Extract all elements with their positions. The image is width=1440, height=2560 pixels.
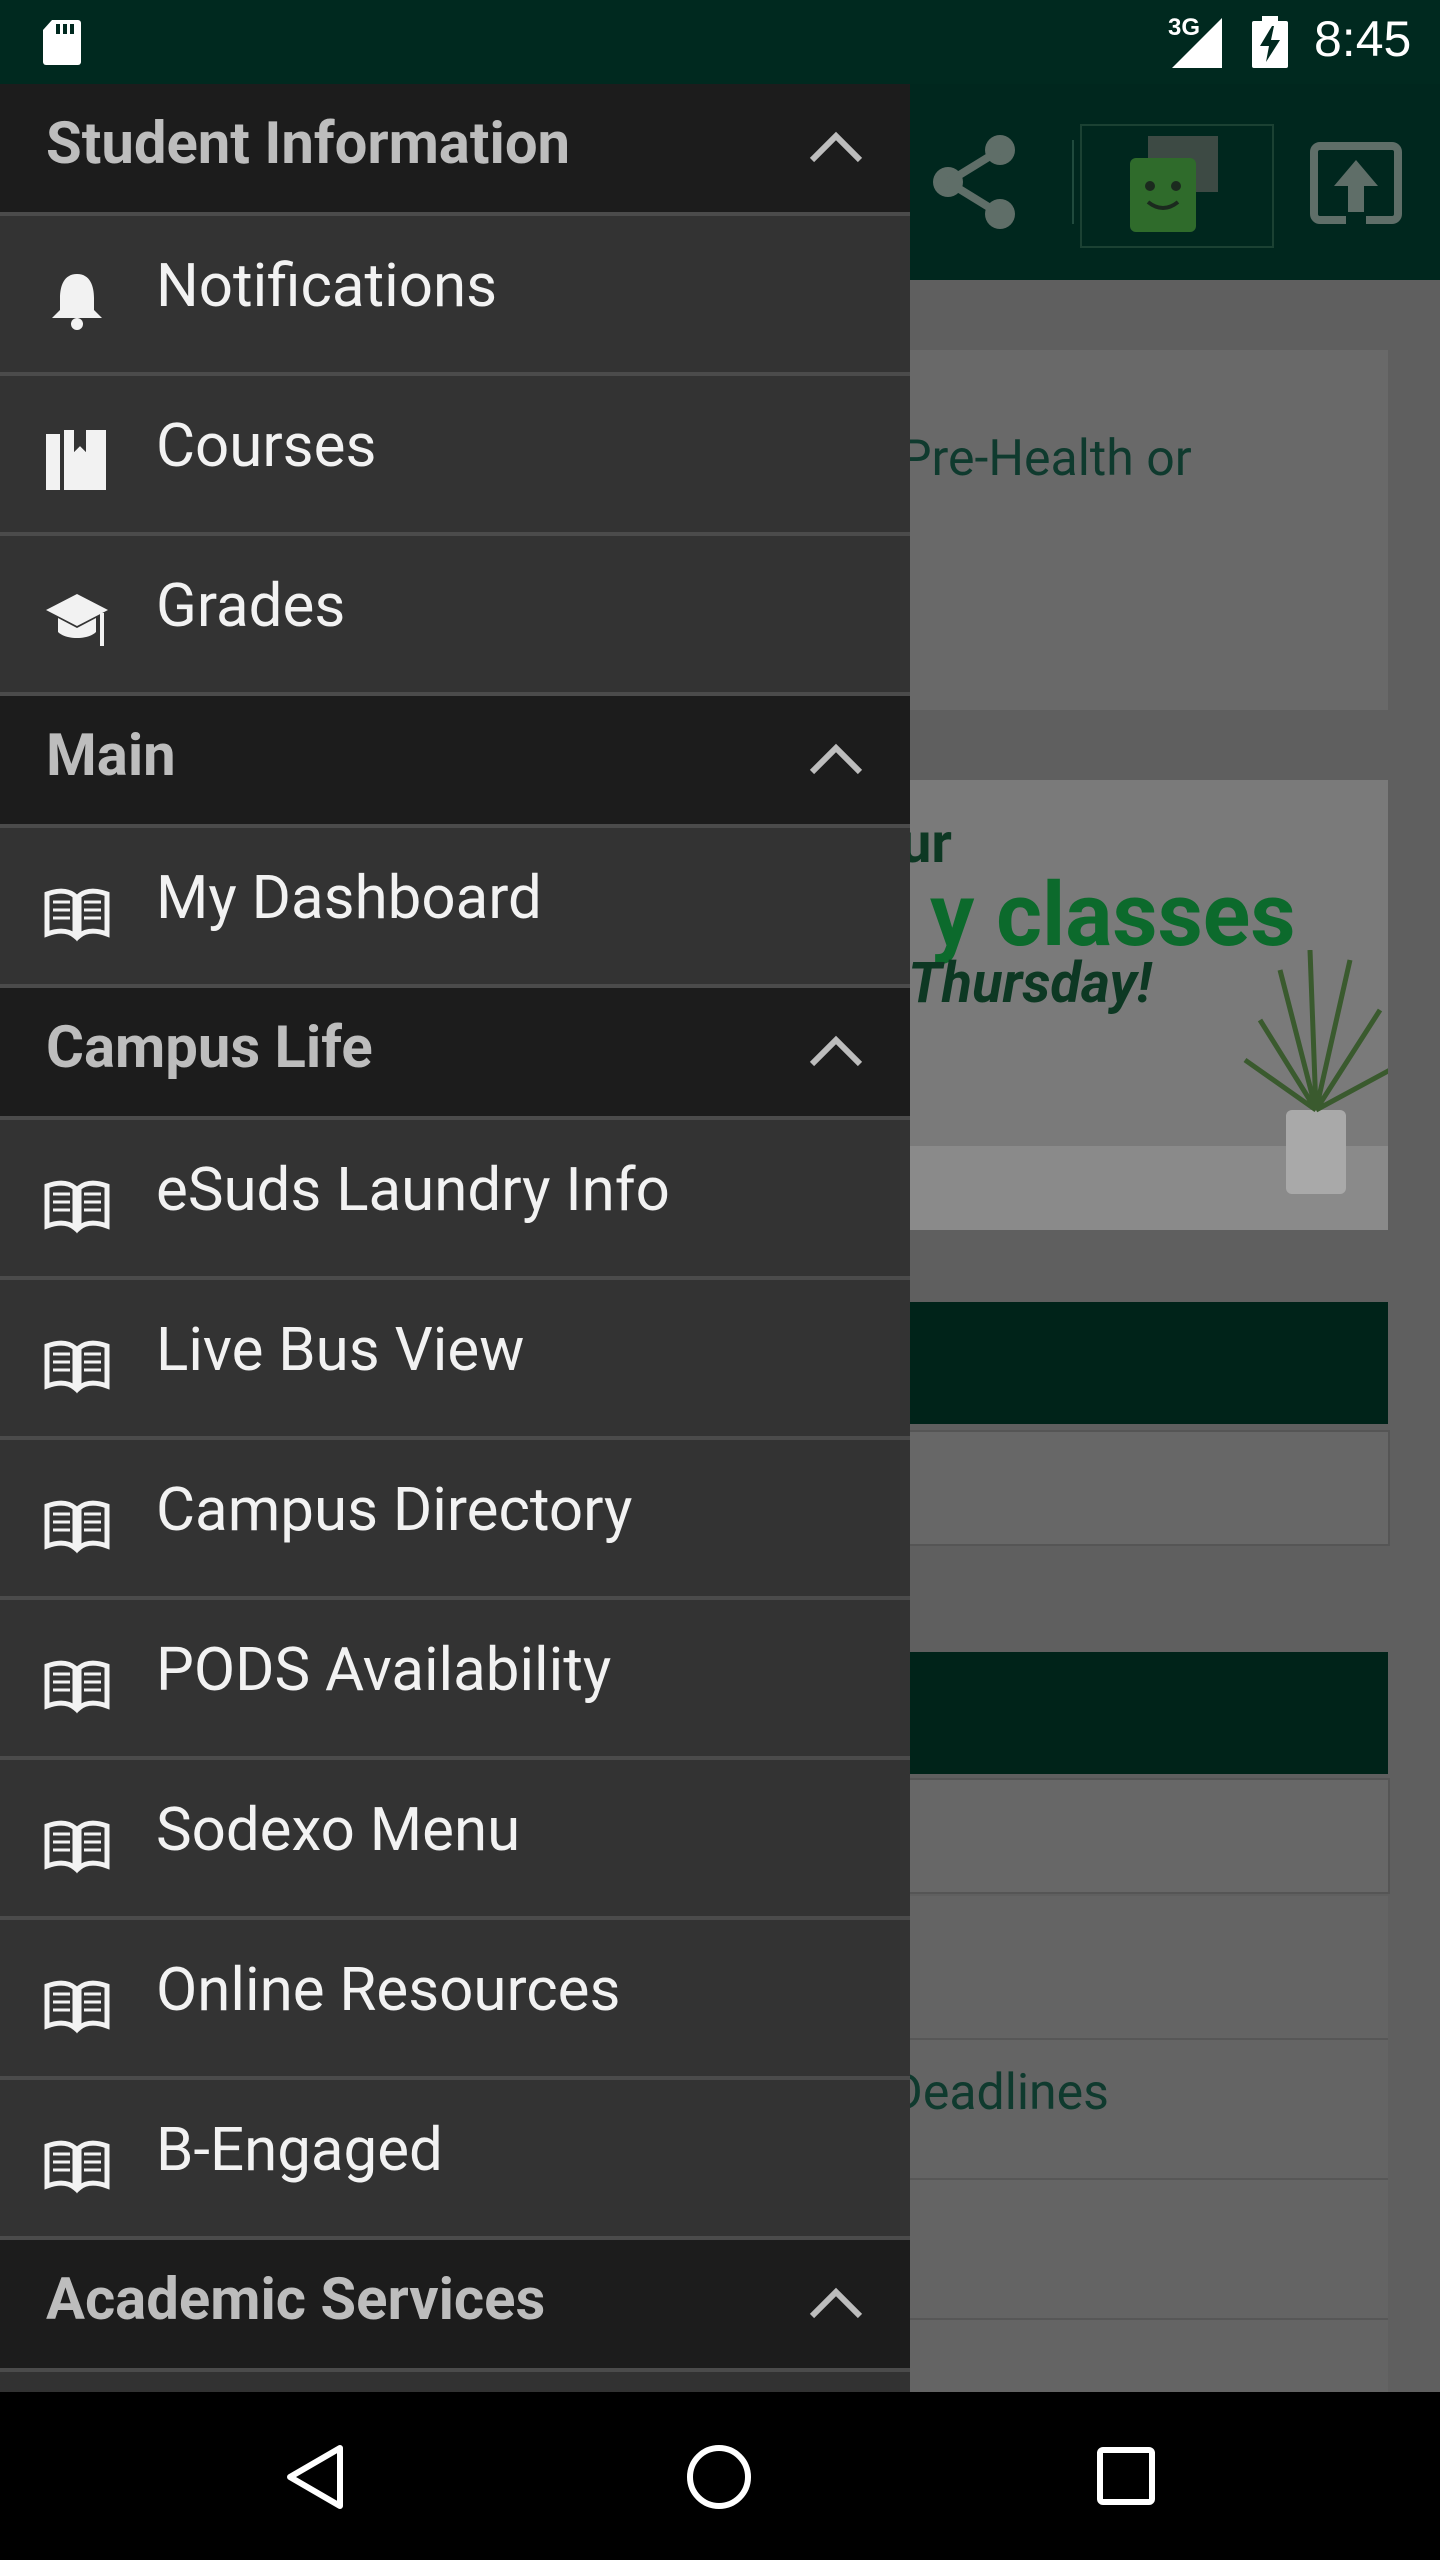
drawer-item-label: Sodexo Menu <box>156 1794 521 1865</box>
banner-line-3: Thursday! <box>908 950 1152 1016</box>
drawer-item-label: My Dashboard <box>156 862 542 933</box>
chat-bot-icon <box>1130 136 1218 232</box>
open-book-icon <box>44 1820 110 1874</box>
battery-charging-icon <box>1252 16 1288 68</box>
plant-icon <box>1243 950 1388 1194</box>
chevron-up-icon <box>809 1035 863 1067</box>
drawer-item-pods-availability[interactable]: PODS Availability <box>0 1600 910 1756</box>
drawer-item-label: PODS Availability <box>156 1634 612 1705</box>
section-header-student-information[interactable]: Student Information <box>0 84 910 212</box>
signal-icon <box>1172 18 1222 68</box>
home-icon[interactable] <box>686 2444 752 2510</box>
open-book-icon <box>44 888 110 942</box>
sd-card-icon <box>43 20 81 65</box>
drawer-item-label: Live Bus View <box>156 1314 525 1385</box>
section-title: Student Information <box>46 110 571 178</box>
card-text: Pre-Health or <box>900 430 1192 488</box>
list-item[interactable]: Deadlines <box>890 2064 1109 2122</box>
chevron-up-icon <box>809 131 863 163</box>
books-icon <box>46 430 106 490</box>
section-title: Main <box>46 722 176 790</box>
drawer-item-live-bus-view[interactable]: Live Bus View <box>0 1280 910 1436</box>
navigation-drawer: Student Information Notifications Course… <box>0 84 910 2392</box>
drawer-item-my-dashboard[interactable]: My Dashboard <box>0 828 910 984</box>
drawer-item-label: Online Resources <box>156 1954 621 2025</box>
system-nav-bar <box>0 2392 1440 2560</box>
open-book-icon <box>44 1180 110 1234</box>
drawer-item-courses[interactable]: Courses <box>0 376 910 532</box>
drawer-item-label: Campus Directory <box>156 1474 633 1545</box>
section-title: Campus Life <box>46 1014 373 1082</box>
open-book-icon <box>44 1340 110 1394</box>
drawer-item-grades[interactable]: Grades <box>0 536 910 692</box>
drawer-item-sodexo-menu[interactable]: Sodexo Menu <box>0 1760 910 1916</box>
back-icon[interactable] <box>282 2442 348 2512</box>
chat-bot-button[interactable] <box>1080 124 1274 248</box>
drawer-item-esuds-laundry-info[interactable]: eSuds Laundry Info <box>0 1120 910 1276</box>
recents-icon[interactable] <box>1096 2446 1156 2506</box>
bell-icon <box>52 274 102 330</box>
open-book-icon <box>44 1500 110 1554</box>
share-icon[interactable] <box>930 134 1020 230</box>
drawer-item-label: Grades <box>156 570 346 641</box>
drawer-item-online-resources[interactable]: Online Resources <box>0 1920 910 2076</box>
clock: 8:45 <box>1314 11 1412 67</box>
drawer-item-campus-directory[interactable]: Campus Directory <box>0 1440 910 1596</box>
section-header-main[interactable]: Main <box>0 696 910 824</box>
section-header-academic-services[interactable]: Academic Services <box>0 2240 910 2368</box>
drawer-item-b-engaged[interactable]: B-Engaged <box>0 2080 910 2236</box>
divider <box>0 2368 910 2372</box>
section-header-campus-life[interactable]: Campus Life <box>0 988 910 1116</box>
status-bar: 3G 8:45 <box>0 0 1440 84</box>
upload-icon[interactable] <box>1310 142 1402 224</box>
open-book-icon <box>44 1980 110 2034</box>
open-book-icon <box>44 2140 110 2194</box>
chevron-up-icon <box>809 743 863 775</box>
section-title: Academic Services <box>46 2266 546 2334</box>
graduation-cap-icon <box>46 594 108 646</box>
drawer-item-notifications[interactable]: Notifications <box>0 216 910 372</box>
chevron-up-icon <box>809 2287 863 2319</box>
drawer-item-label: Courses <box>156 410 377 481</box>
toolbar-divider <box>1072 140 1074 224</box>
open-book-icon <box>44 1660 110 1714</box>
drawer-item-label: Notifications <box>156 250 498 321</box>
drawer-item-label: B-Engaged <box>156 2114 443 2185</box>
drawer-item-label: eSuds Laundry Info <box>156 1154 670 1225</box>
